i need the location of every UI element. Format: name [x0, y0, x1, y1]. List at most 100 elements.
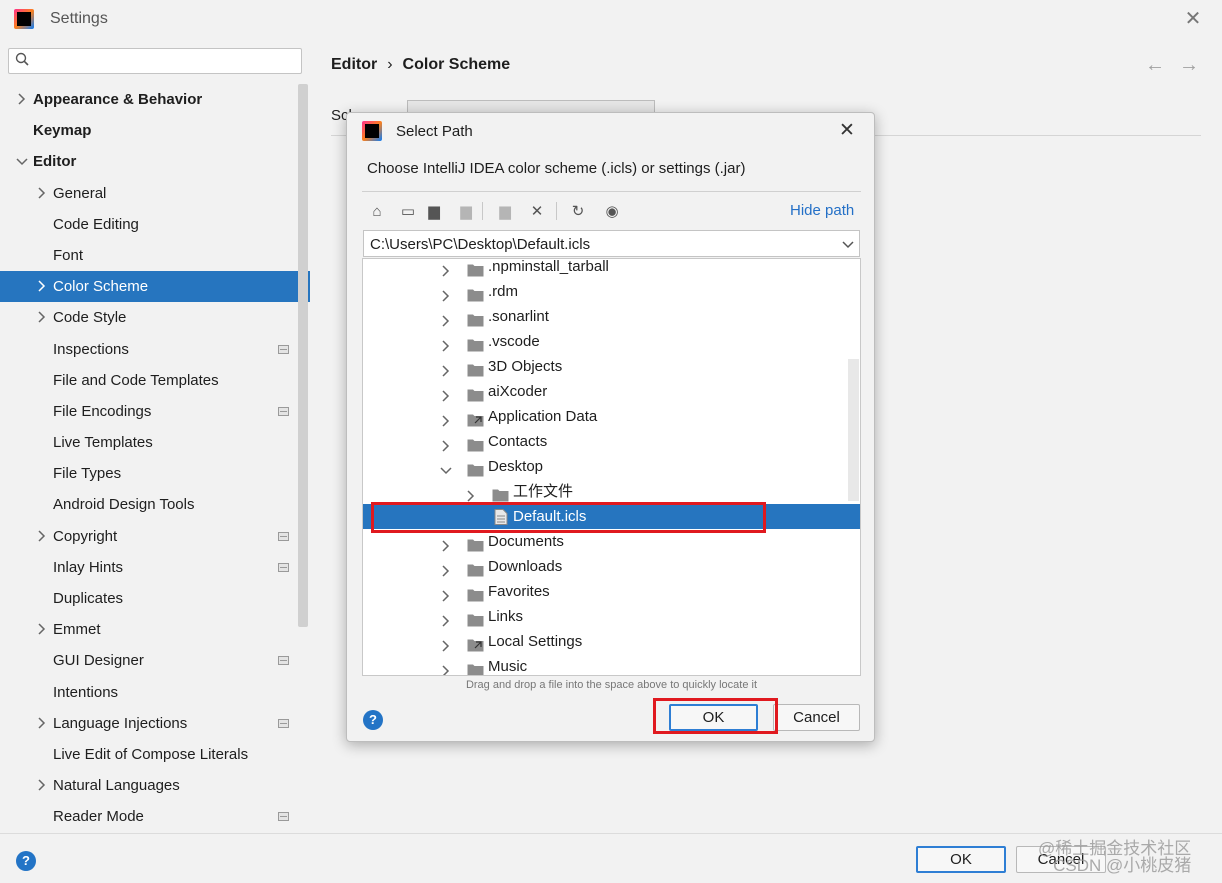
sidebar-item[interactable]: Code Editing: [0, 209, 296, 240]
chevron-right-icon[interactable]: [440, 435, 452, 452]
folder-item[interactable]: .rdm: [363, 279, 860, 304]
chevron-right-icon[interactable]: [440, 360, 452, 377]
sidebar-item-label: Natural Languages: [53, 777, 180, 795]
sidebar-item[interactable]: File Encodings: [0, 396, 296, 427]
forward-arrow-icon[interactable]: →: [1179, 54, 1199, 77]
file-item[interactable]: Default.icls: [363, 504, 860, 529]
sidebar-item[interactable]: Live Edit of Compose Literals: [0, 739, 296, 770]
sidebar-item[interactable]: General: [0, 178, 296, 209]
sidebar-item[interactable]: Android Design Tools: [0, 489, 296, 520]
intellij-logo-icon: [14, 9, 34, 29]
chevron-right-icon[interactable]: [440, 310, 452, 327]
file-item-label: Contacts: [488, 433, 548, 450]
sidebar-item[interactable]: Language Injections: [0, 708, 296, 739]
dialog-help-icon[interactable]: ?: [363, 710, 383, 730]
chevron-right-icon[interactable]: [440, 660, 452, 675]
ok-button[interactable]: OK: [916, 846, 1006, 873]
folder-item[interactable]: Music: [363, 654, 860, 675]
project-level-icon: [278, 656, 289, 666]
folder-link-icon: [467, 410, 484, 427]
file-tree-scrollbar[interactable]: [848, 359, 859, 501]
sidebar-item-label: Android Design Tools: [53, 496, 195, 514]
chevron-right-icon[interactable]: [440, 585, 452, 602]
module-folder-icon[interactable]: ▆: [456, 201, 476, 221]
dialog-ok-button[interactable]: OK: [669, 704, 758, 731]
new-folder-icon[interactable]: ▆: [495, 201, 515, 221]
sidebar-item-label: Emmet: [53, 621, 101, 639]
sidebar-item[interactable]: Reader Mode: [0, 801, 296, 832]
back-arrow-icon[interactable]: ←: [1145, 54, 1165, 77]
folder-item[interactable]: 工作文件: [363, 479, 860, 504]
folder-item[interactable]: Favorites: [363, 579, 860, 604]
dialog-close-icon[interactable]: ✕: [836, 119, 858, 142]
home-icon[interactable]: ⌂: [367, 201, 387, 221]
folder-item[interactable]: Application Data: [363, 404, 860, 429]
folder-item[interactable]: .vscode: [363, 329, 860, 354]
chevron-right-icon[interactable]: [440, 560, 452, 577]
search-icon: [15, 52, 29, 66]
show-hidden-icon[interactable]: ◉: [602, 201, 622, 221]
sidebar-item[interactable]: Copyright: [0, 521, 296, 552]
refresh-icon[interactable]: ↻: [568, 201, 588, 221]
folder-item[interactable]: Downloads: [363, 554, 860, 579]
chevron-right-icon[interactable]: [440, 610, 452, 627]
sidebar-scrollbar[interactable]: [298, 84, 308, 627]
project-level-icon: [278, 562, 289, 572]
chevron-right-icon[interactable]: [440, 260, 452, 277]
sidebar-item[interactable]: Duplicates: [0, 583, 296, 614]
folder-item[interactable]: Desktop: [363, 454, 860, 479]
desktop-icon[interactable]: ▭: [398, 201, 418, 221]
project-folder-icon[interactable]: ▆: [424, 201, 444, 221]
folder-item[interactable]: 3D Objects: [363, 354, 860, 379]
sidebar-item[interactable]: Intentions: [0, 677, 296, 708]
file-item-label: .rdm: [488, 283, 518, 300]
sidebar-item[interactable]: Live Templates: [0, 427, 296, 458]
sidebar-item-label: Font: [53, 246, 84, 264]
chevron-right-icon[interactable]: [465, 485, 477, 502]
delete-icon[interactable]: ✕: [527, 201, 547, 221]
sidebar-item[interactable]: Font: [0, 240, 296, 271]
path-combo[interactable]: [363, 230, 860, 257]
folder-item[interactable]: Documents: [363, 529, 860, 554]
folder-icon: [467, 560, 484, 577]
folder-item[interactable]: Links: [363, 604, 860, 629]
chevron-right-icon[interactable]: [440, 385, 452, 402]
path-input[interactable]: [370, 234, 830, 254]
sidebar-item[interactable]: File and Code Templates: [0, 365, 296, 396]
settings-search[interactable]: [8, 48, 302, 74]
chevron-down-icon[interactable]: [440, 460, 452, 475]
chevron-right-icon[interactable]: [440, 410, 452, 427]
sidebar-item[interactable]: Code Style: [0, 302, 296, 333]
sidebar-item[interactable]: Editor: [0, 146, 296, 177]
dialog-cancel-button[interactable]: Cancel: [773, 704, 860, 731]
chevron-right-icon[interactable]: [440, 535, 452, 552]
file-item-label: Links: [488, 608, 524, 625]
breadcrumb-parent[interactable]: Editor: [331, 56, 377, 73]
sidebar-item[interactable]: Natural Languages: [0, 770, 296, 801]
chevron-right-icon[interactable]: [440, 285, 452, 302]
sidebar-item[interactable]: Inspections: [0, 334, 296, 365]
search-input[interactable]: [39, 51, 289, 71]
sidebar-item[interactable]: Color Scheme: [0, 271, 310, 303]
window-close-icon[interactable]: ✕: [1182, 8, 1204, 30]
chevron-right-icon[interactable]: [440, 335, 452, 352]
sidebar-item[interactable]: Emmet: [0, 614, 296, 645]
folder-item[interactable]: .sonarlint: [363, 304, 860, 329]
sidebar-item[interactable]: Keymap: [0, 115, 296, 146]
chevron-down-icon[interactable]: [841, 235, 855, 253]
file-icon: [494, 508, 511, 525]
sidebar-item[interactable]: File Types: [0, 458, 296, 489]
sidebar-item[interactable]: Appearance & Behavior: [0, 84, 296, 115]
folder-item[interactable]: .npminstall_tarball: [363, 259, 860, 279]
folder-item[interactable]: Contacts: [363, 429, 860, 454]
title-bar: Settings ✕: [0, 0, 1222, 38]
chevron-right-icon[interactable]: [440, 635, 452, 652]
hide-path-link[interactable]: Hide path: [790, 202, 854, 219]
sidebar-item[interactable]: Inlay Hints: [0, 552, 296, 583]
folder-item[interactable]: aiXcoder: [363, 379, 860, 404]
folder-item[interactable]: Local Settings: [363, 629, 860, 654]
folder-icon: [467, 610, 484, 627]
sidebar-item[interactable]: GUI Designer: [0, 645, 296, 676]
help-icon[interactable]: ?: [16, 851, 36, 871]
project-level-icon: [278, 718, 289, 728]
